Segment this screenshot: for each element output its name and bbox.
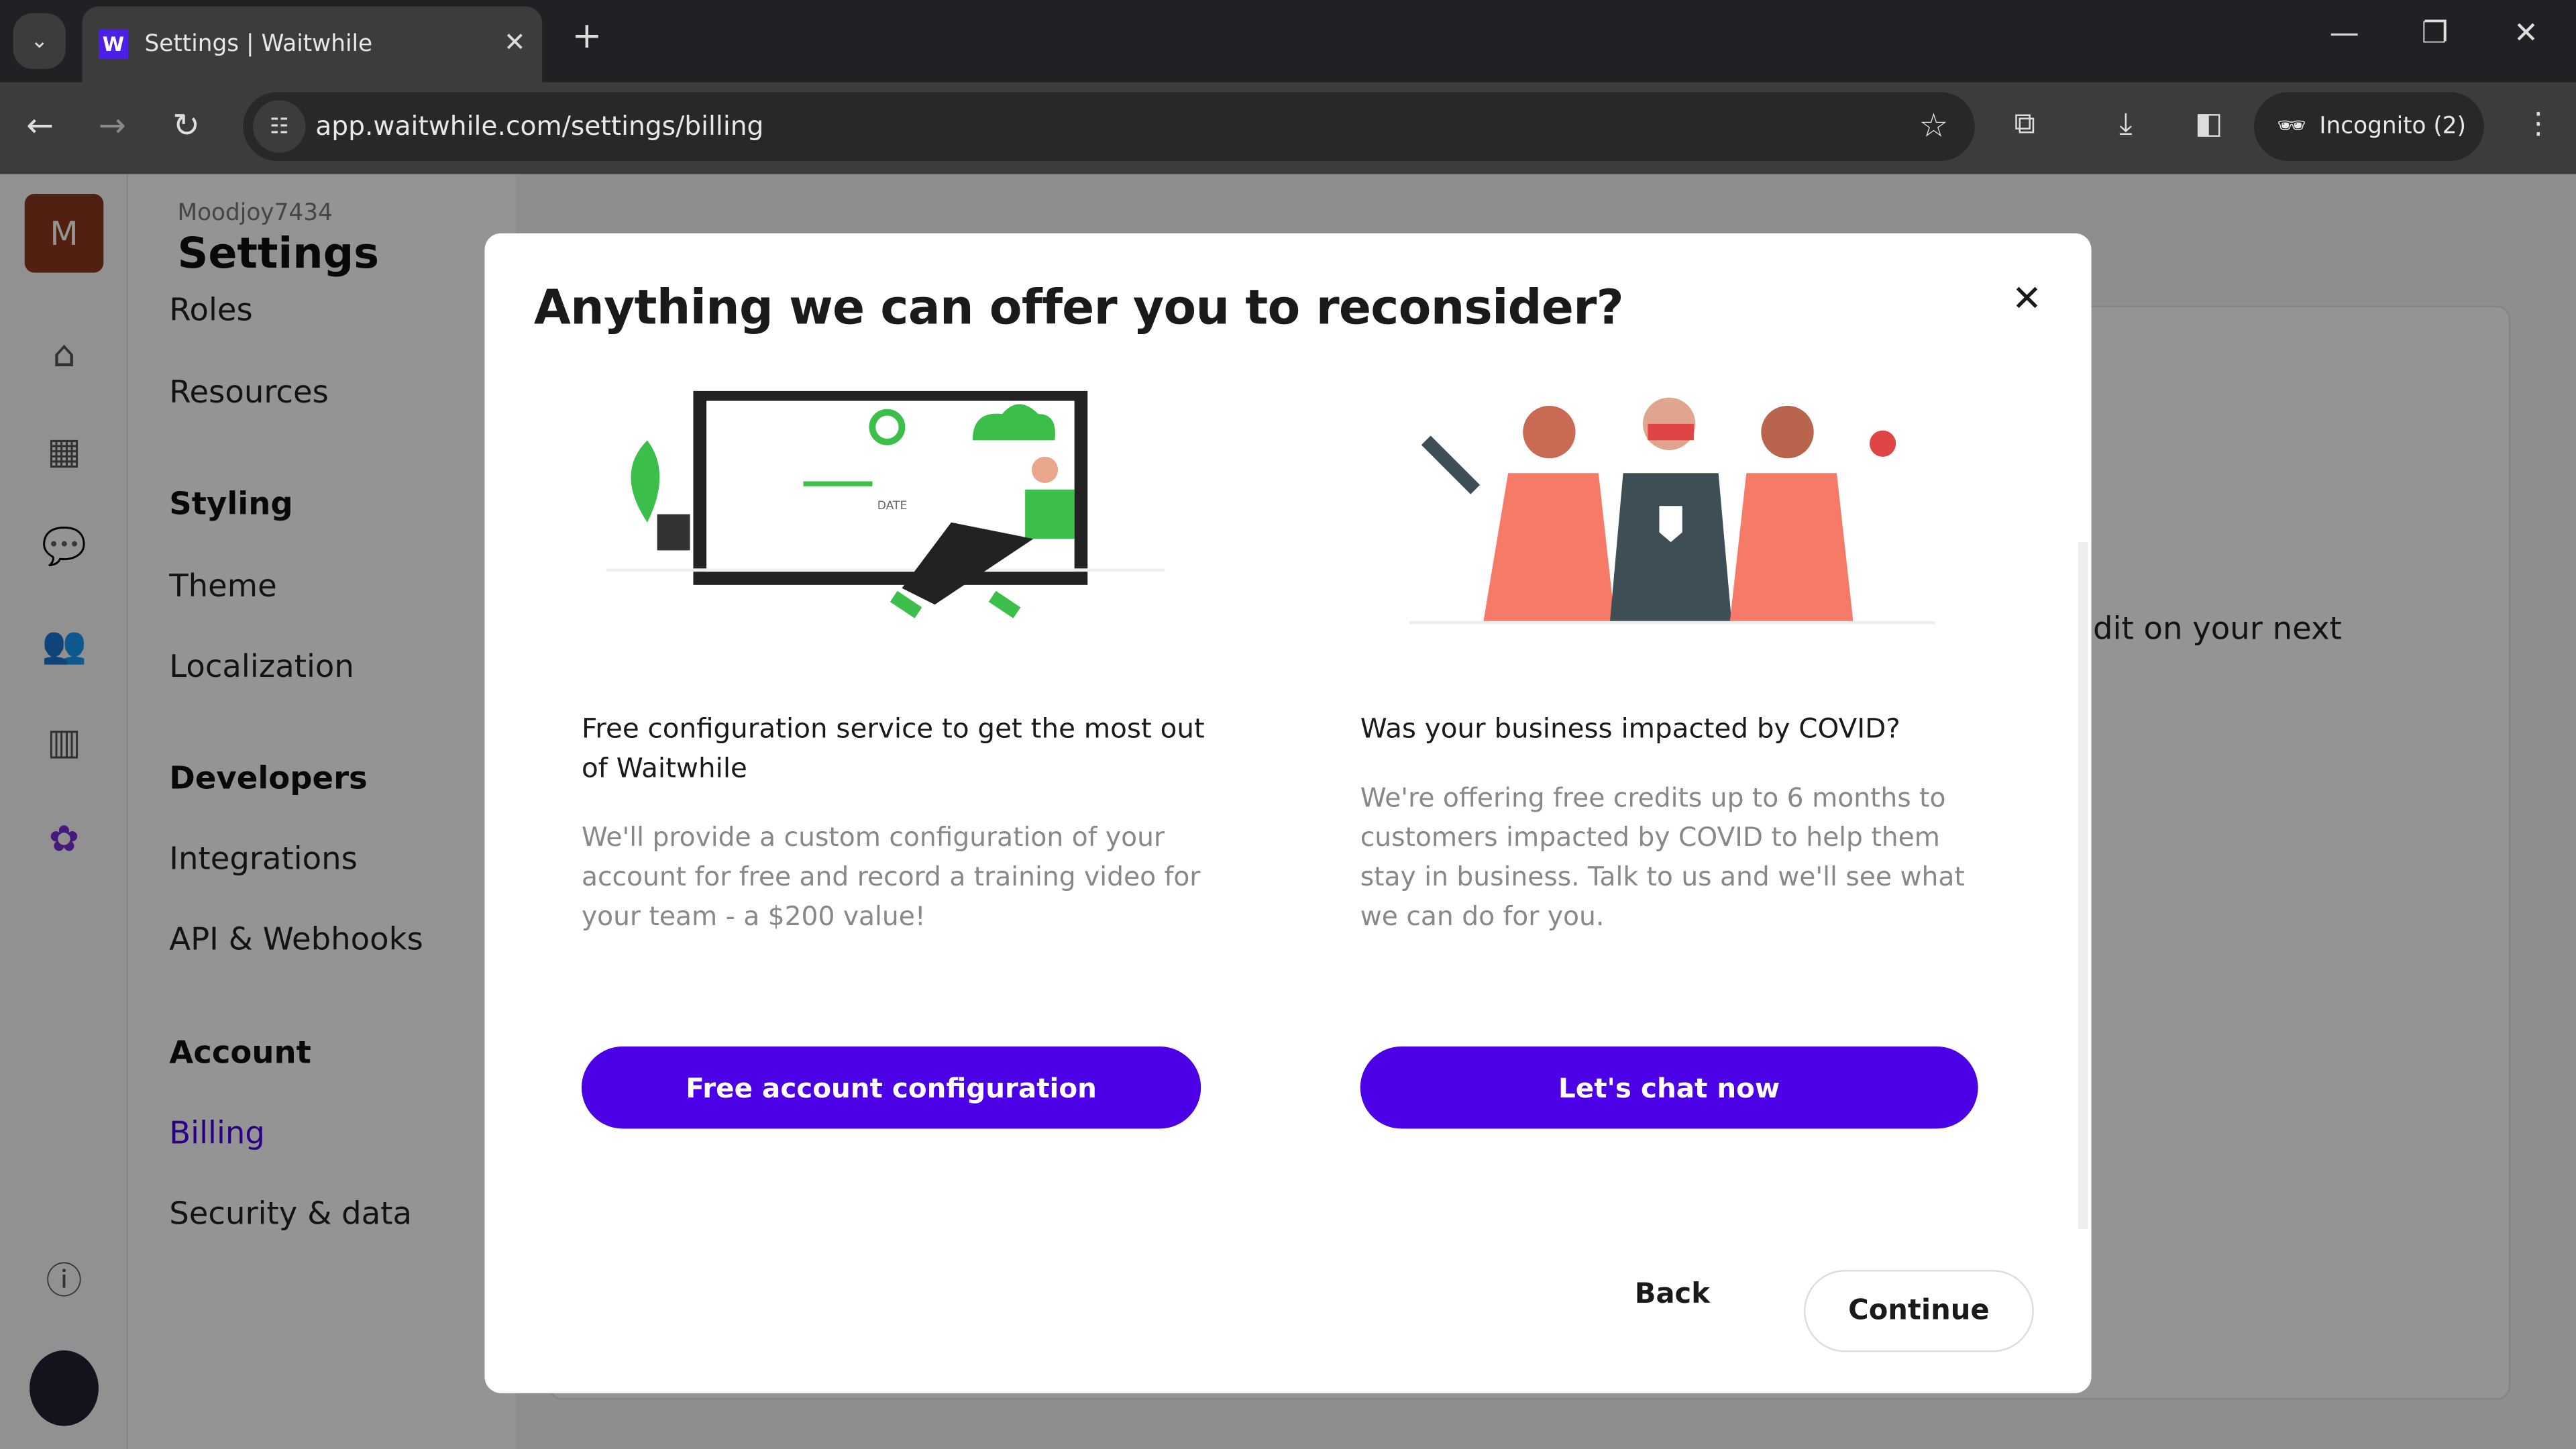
tab-title: Settings | Waitwhile: [144, 31, 373, 58]
lets-chat-now-button[interactable]: Let's chat now: [1360, 1046, 1978, 1129]
incognito-button[interactable]: 🕶 Incognito (2): [2254, 92, 2484, 162]
tab-bar: ⌄ W Settings | Waitwhile ✕ + — ❐ ✕: [0, 0, 2576, 83]
offer-covid: Was your business impacted by COVID? We'…: [1360, 391, 1985, 936]
side-panel-icon[interactable]: ◧: [2195, 107, 2223, 141]
extensions-icon[interactable]: ⧉: [2014, 107, 2035, 141]
offer-title: Was your business impacted by COVID?: [1360, 712, 1900, 745]
reconsider-modal: Anything we can offer you to reconsider?…: [484, 233, 2092, 1393]
offer-description: We're offering free credits up to 6 mont…: [1360, 782, 1965, 932]
forward-icon[interactable]: →: [99, 105, 126, 145]
back-icon[interactable]: ←: [26, 105, 54, 145]
back-button[interactable]: Back: [1635, 1278, 1710, 1311]
close-tab-icon[interactable]: ✕: [504, 26, 526, 58]
tab-search-button[interactable]: ⌄: [13, 13, 66, 69]
configuration-illustration: DATE: [606, 387, 1165, 619]
site-settings-icon[interactable]: ☷: [253, 100, 306, 153]
menu-icon[interactable]: ⋮: [2524, 107, 2553, 141]
new-tab-icon[interactable]: +: [572, 16, 602, 57]
modal-scrollbar[interactable]: [2078, 542, 2088, 1229]
illustration-date-label: DATE: [877, 499, 908, 513]
waitwhile-favicon: W: [98, 30, 129, 60]
incognito-label: Incognito (2): [2319, 113, 2466, 140]
browser-tab[interactable]: W Settings | Waitwhile ✕: [82, 6, 543, 83]
offer-configuration: DATE Free configuration service to get t…: [581, 387, 1206, 936]
covid-illustration: [1409, 397, 1935, 625]
continue-button[interactable]: Continue: [1803, 1270, 2034, 1352]
reload-icon[interactable]: ↻: [172, 105, 200, 145]
browser-toolbar: ← → ↻ ☷ app.waitwhile.com/settings/billi…: [0, 82, 2576, 174]
address-bar[interactable]: ☷ app.waitwhile.com/settings/billing ☆: [243, 92, 1975, 162]
download-icon[interactable]: ⤓: [2119, 107, 2133, 141]
close-icon[interactable]: ✕: [2012, 279, 2042, 320]
offer-description: We'll provide a custom configuration of …: [581, 821, 1201, 932]
restore-icon[interactable]: ❐: [2422, 16, 2449, 50]
free-account-configuration-button[interactable]: Free account configuration: [581, 1046, 1201, 1129]
url-text: app.waitwhile.com/settings/billing: [315, 110, 764, 142]
bookmark-star-icon[interactable]: ☆: [1919, 105, 1949, 145]
offer-title: Free configuration service to get the mo…: [581, 712, 1205, 784]
incognito-icon: 🕶: [2277, 113, 2306, 140]
close-window-icon[interactable]: ✕: [2514, 16, 2538, 50]
minimize-icon[interactable]: —: [2330, 16, 2359, 50]
modal-title: Anything we can offer you to reconsider?: [533, 279, 1624, 335]
